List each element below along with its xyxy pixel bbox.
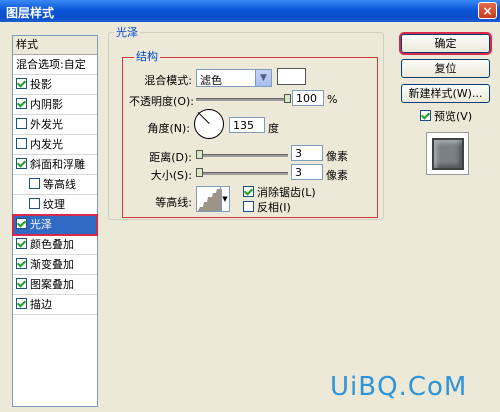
- anti-alias-label: 消除锯齿(L): [257, 186, 316, 199]
- style-list-header[interactable]: 样式: [13, 36, 97, 55]
- size-unit: 像素: [326, 169, 348, 182]
- style-item[interactable]: 渐变叠加: [13, 255, 97, 275]
- invert-label: 反相(I): [257, 201, 291, 214]
- ok-button[interactable]: 确定: [399, 32, 492, 55]
- angle-input[interactable]: 135: [229, 117, 265, 133]
- style-item-label: 光泽: [30, 218, 52, 231]
- style-item[interactable]: 图案叠加: [13, 275, 97, 295]
- style-item[interactable]: 外发光: [13, 115, 97, 135]
- distance-slider-thumb[interactable]: [196, 150, 203, 159]
- structure-title: 结构: [134, 48, 160, 64]
- style-item-checkbox[interactable]: [16, 138, 27, 149]
- style-item-label: 描边: [30, 298, 52, 311]
- invert-option[interactable]: 反相(I): [243, 199, 291, 215]
- style-item-label: 外发光: [30, 118, 63, 131]
- opacity-input[interactable]: 100: [292, 90, 324, 106]
- new-style-button[interactable]: 新建样式(W)...: [401, 84, 490, 103]
- style-item-label: 投影: [30, 78, 52, 91]
- distance-input[interactable]: 3: [291, 145, 323, 161]
- style-item[interactable]: 等高线: [13, 175, 97, 195]
- style-item[interactable]: 斜面和浮雕: [13, 155, 97, 175]
- style-item-label: 斜面和浮雕: [30, 158, 85, 171]
- style-item-label: 内发光: [30, 138, 63, 151]
- blend-mode-label: 混合模式:: [144, 74, 192, 87]
- style-item-checkbox[interactable]: [16, 298, 27, 309]
- satin-group-title: 光泽: [114, 24, 140, 40]
- style-item[interactable]: 光泽: [12, 214, 98, 236]
- angle-label: 角度(N):: [147, 122, 190, 135]
- distance-unit: 像素: [326, 150, 348, 163]
- style-item-checkbox[interactable]: [16, 278, 27, 289]
- style-item-label: 内阴影: [30, 98, 63, 111]
- preview-checkbox[interactable]: [420, 110, 431, 121]
- chevron-down-icon[interactable]: ▼: [220, 187, 229, 211]
- angle-unit: 度: [268, 122, 279, 135]
- blend-mode-value: 滤色: [200, 74, 222, 87]
- style-item-checkbox[interactable]: [16, 98, 27, 109]
- style-item-checkbox[interactable]: [16, 78, 27, 89]
- reset-button[interactable]: 复位: [401, 59, 490, 78]
- contour-label: 等高线:: [155, 196, 192, 209]
- preview-option[interactable]: 预览(V): [420, 108, 472, 124]
- opacity-slider-track[interactable]: [196, 98, 288, 101]
- contour-picker[interactable]: ▼: [196, 186, 230, 212]
- style-item-checkbox[interactable]: [16, 258, 27, 269]
- blend-mode-select[interactable]: 滤色 ▼: [196, 69, 272, 87]
- style-item[interactable]: 投影: [13, 75, 97, 95]
- style-item-checkbox[interactable]: [16, 118, 27, 129]
- invert-checkbox[interactable]: [243, 201, 254, 212]
- close-button[interactable]: ×: [478, 2, 497, 19]
- opacity-slider-thumb[interactable]: [284, 94, 291, 103]
- style-item[interactable]: 颜色叠加: [13, 235, 97, 255]
- opacity-label: 不透明度(O):: [129, 95, 194, 108]
- blend-color-swatch[interactable]: [277, 68, 306, 85]
- distance-label: 距离(D):: [149, 151, 192, 164]
- anti-alias-option[interactable]: 消除锯齿(L): [243, 184, 316, 200]
- style-item[interactable]: 内发光: [13, 135, 97, 155]
- style-item-label: 纹理: [43, 198, 65, 211]
- style-item[interactable]: 描边: [13, 295, 97, 315]
- distance-slider-track[interactable]: [196, 154, 288, 157]
- style-item[interactable]: 纹理: [13, 195, 97, 215]
- style-item-label: 渐变叠加: [30, 258, 74, 271]
- style-item-checkbox[interactable]: [16, 158, 27, 169]
- style-item[interactable]: 内阴影: [13, 95, 97, 115]
- style-item-label: 等高线: [43, 178, 76, 191]
- window-title: 图层样式: [6, 6, 55, 20]
- title-bar[interactable]: 图层样式 ×: [0, 0, 500, 22]
- angle-dial-hand: [197, 111, 210, 124]
- size-slider-thumb[interactable]: [196, 168, 203, 177]
- angle-dial[interactable]: [194, 109, 224, 139]
- chevron-down-icon[interactable]: ▼: [255, 70, 271, 86]
- anti-alias-checkbox[interactable]: [243, 186, 254, 197]
- style-item-label: 颜色叠加: [30, 238, 74, 251]
- size-slider-track[interactable]: [196, 172, 288, 175]
- size-input[interactable]: 3: [291, 164, 323, 180]
- style-item-checkbox[interactable]: [16, 218, 27, 229]
- blend-options-item[interactable]: 混合选项:自定: [13, 55, 97, 75]
- style-preview-swatch: [432, 138, 464, 170]
- watermark: UiBQ.CoM: [330, 372, 468, 402]
- contour-curve-icon: [198, 189, 222, 211]
- opacity-unit: %: [327, 93, 338, 106]
- style-item-checkbox[interactable]: [29, 178, 40, 189]
- preview-label: 预览(V): [434, 110, 473, 123]
- style-preview-thumbnail: [426, 132, 469, 175]
- size-label: 大小(S):: [150, 169, 192, 182]
- style-item-checkbox[interactable]: [29, 198, 40, 209]
- close-icon: ×: [482, 4, 493, 18]
- style-list: 样式 混合选项:自定 投影内阴影外发光内发光斜面和浮雕等高线纹理光泽颜色叠加渐变…: [12, 35, 98, 407]
- style-item-label: 图案叠加: [30, 278, 74, 291]
- style-item-checkbox[interactable]: [16, 238, 27, 249]
